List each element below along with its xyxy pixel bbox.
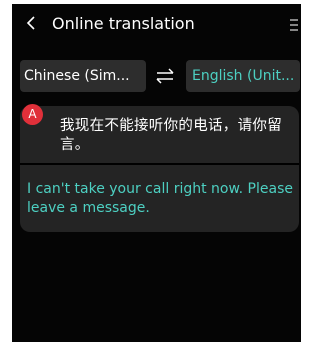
app-screen: Online translation Chinese (Sim... Engli… [12,4,301,342]
header-bar: Online translation [12,4,301,44]
target-language-button[interactable]: English (Unit... [186,60,300,92]
translated-text: I can't take your call right now. Please… [27,181,293,216]
card-divider [20,163,299,165]
speaker-avatar: A [22,104,43,125]
menu-icon[interactable] [289,18,299,32]
source-text: 我现在不能接听你的电话，请你留言。 [60,118,282,153]
chevron-left-icon[interactable] [26,16,36,30]
swap-arrows-icon[interactable] [154,67,176,85]
source-language-button[interactable]: Chinese (Sim... [20,60,146,92]
page-title: Online translation [52,14,195,33]
